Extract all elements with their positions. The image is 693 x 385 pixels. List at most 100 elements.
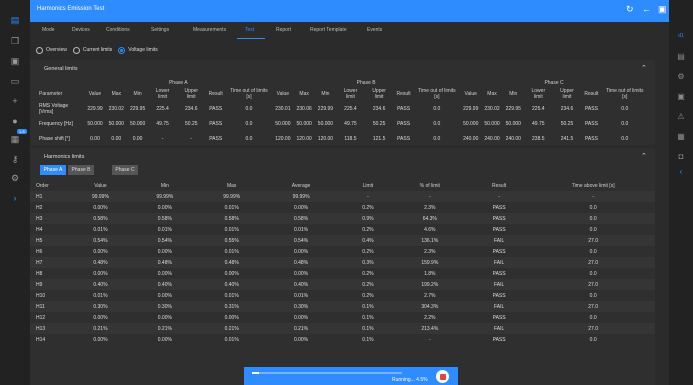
- database-icon[interactable]: ▦: [9, 133, 21, 145]
- harmonic-cell: H14: [36, 336, 46, 343]
- tab-mode[interactable]: Mode: [42, 27, 55, 33]
- harmonic-cell: 0.21%: [224, 325, 239, 332]
- harmonic-cell: PASS: [492, 204, 506, 211]
- gear-icon[interactable]: ⚙: [9, 172, 21, 184]
- progress-track: [252, 372, 402, 374]
- tab-conditions[interactable]: Conditions: [106, 27, 130, 33]
- settings-icon[interactable]: ●: [9, 115, 21, 127]
- chevron-up-icon[interactable]: ⌃: [641, 152, 647, 160]
- limit-cell: 230.01: [275, 105, 291, 112]
- harmonic-cell: 0.2%: [362, 248, 374, 255]
- tab-report-template[interactable]: Report Template: [310, 27, 347, 33]
- save-icon[interactable]: ◘: [675, 150, 687, 162]
- chevron-up-icon[interactable]: ⌃: [641, 64, 647, 72]
- harmonic-row: H12 0.00% 0.00% 0.00% 0.00% 0.1% 2.2% PASS 0.0: [30, 312, 655, 323]
- limit-cell: 0.00: [132, 135, 143, 142]
- harmonic-row: H9 0.40% 0.40% 0.40% 0.40% 0.2% 199.2% FAIL 27.0: [30, 279, 655, 290]
- harmonic-cell: -: [592, 193, 594, 200]
- progress-label: Running... 4.5%: [392, 377, 428, 383]
- test-progress-bar: Running... 4.5%: [244, 367, 458, 385]
- chevron-left-icon[interactable]: ‹: [675, 165, 687, 177]
- general-limits-row: Phase shift [°] 0.00 0.00 0.00 - - PASS 0.0 120.…: [36, 131, 648, 146]
- limit-cell: 0.0: [621, 120, 629, 127]
- harmonic-cell: 0.00%: [293, 270, 309, 277]
- general-limits-row: RMS Voltage [Vrms] 229.99 230.02 229.95 225.…: [36, 101, 648, 116]
- book-icon[interactable]: ▣: [9, 55, 21, 67]
- warning-icon[interactable]: ⚠: [675, 110, 687, 122]
- col-max: Max: [226, 182, 237, 189]
- harmonic-cell: 213.4%: [421, 325, 439, 332]
- limit-cell: 229.99: [87, 105, 103, 112]
- harmonic-cell: PASS: [492, 270, 506, 277]
- save-icon[interactable]: ▣: [658, 5, 667, 14]
- harmonic-cell: 0.2%: [362, 292, 374, 299]
- limit-cell: 234.6: [560, 105, 574, 112]
- harmonic-cell: 27.0: [588, 303, 599, 310]
- tab-measurements[interactable]: Measurements: [193, 27, 226, 33]
- progress-fill: [252, 372, 259, 374]
- key-icon[interactable]: ⚷: [9, 153, 21, 165]
- col-min: Min: [133, 91, 142, 97]
- settings-icon[interactable]: ⚙: [675, 70, 687, 82]
- limit-cell: 50.25: [560, 120, 574, 127]
- harmonic-cell: 0.00%: [157, 314, 172, 321]
- document-icon[interactable]: ▤: [9, 14, 21, 26]
- harmonic-cell: -: [367, 193, 369, 200]
- harmonic-cell: H13: [36, 325, 46, 332]
- copy-icon[interactable]: ❐: [9, 35, 21, 47]
- tab-test[interactable]: Test: [245, 27, 254, 33]
- harmonic-cell: 0.01%: [224, 204, 239, 211]
- grid-icon[interactable]: ▦: [675, 130, 687, 142]
- phase-tab-b[interactable]: Phase B: [68, 165, 94, 175]
- harmonic-cell: 2.2%: [424, 314, 436, 321]
- harmonic-cell: 0.00%: [157, 336, 172, 343]
- radio-current-limits[interactable]: [72, 46, 80, 54]
- harmonic-cell: 0.21%: [93, 325, 108, 332]
- harmonic-cell: H3: [36, 215, 43, 222]
- harmonic-cell: 2.3%: [424, 204, 436, 211]
- harmonic-cell: 0.01%: [93, 226, 108, 233]
- limit-cell: 0.0: [433, 120, 441, 127]
- chevron-right-icon[interactable]: ›: [9, 192, 21, 204]
- harmonic-cell: 0.2%: [362, 204, 374, 211]
- harmonic-cell: H7: [36, 259, 43, 266]
- back-arrow-icon[interactable]: ←: [642, 5, 651, 14]
- phase-tab-a[interactable]: Phase A: [40, 165, 66, 175]
- stop-button[interactable]: [436, 370, 449, 383]
- harmonic-cell: 0.00%: [93, 270, 108, 277]
- col-value: Value: [94, 182, 107, 189]
- tab-events[interactable]: Events: [367, 27, 382, 33]
- tab-report[interactable]: Report: [276, 27, 291, 33]
- tab-settings[interactable]: Settings: [151, 27, 169, 33]
- harmonic-cell: 0.00%: [293, 248, 309, 255]
- harmonic-cell: 0.58%: [293, 215, 309, 222]
- limit-cell: 50.000: [275, 120, 291, 127]
- harmonic-cell: 0.40%: [224, 281, 239, 288]
- refresh-icon[interactable]: ↻: [626, 5, 634, 14]
- harmonic-cell: 0.31%: [224, 303, 239, 310]
- col-upper-limit: Upper limit: [184, 88, 199, 100]
- version-badge: 1.8: [17, 129, 27, 134]
- harmonic-cell: 64.3%: [422, 215, 437, 222]
- harmonic-cell: 0.00%: [224, 314, 239, 321]
- limit-cell: 230.02: [108, 105, 124, 112]
- radio-overview[interactable]: [36, 46, 43, 54]
- limit-cell: 225.4: [156, 105, 169, 112]
- phase-tab-c[interactable]: Phase C: [112, 165, 138, 175]
- harmonic-row: H3 0.58% 0.58% 0.58% 0.58% 0.9% 64.3% PASS 0.0: [30, 213, 655, 224]
- device-icon[interactable]: ▭: [9, 75, 21, 87]
- col-lower-limit: Lower limit: [531, 88, 546, 100]
- parameter-name: RMS Voltage [Vrms]: [39, 102, 69, 115]
- harmonic-cell: PASS: [492, 292, 506, 299]
- doc-icon[interactable]: ▣: [675, 90, 687, 102]
- harmonic-cell: H1: [36, 193, 43, 200]
- harmonic-cell: H4: [36, 226, 43, 233]
- tab-devices[interactable]: Devices: [72, 27, 90, 33]
- panel-icon[interactable]: ▤: [675, 50, 687, 62]
- harmonic-row: H14 0.00% 0.00% 0.01% 0.00% 0.1% - PASS 0.0: [30, 334, 655, 345]
- plus-icon[interactable]: +: [9, 95, 21, 107]
- harmonics-header-row: Order Value Min Max Average Limit % of l…: [30, 180, 655, 191]
- radio-voltage-limits[interactable]: [118, 46, 126, 54]
- harmonic-cell: 2.3%: [424, 248, 436, 255]
- limit-cell: PASS: [397, 105, 411, 112]
